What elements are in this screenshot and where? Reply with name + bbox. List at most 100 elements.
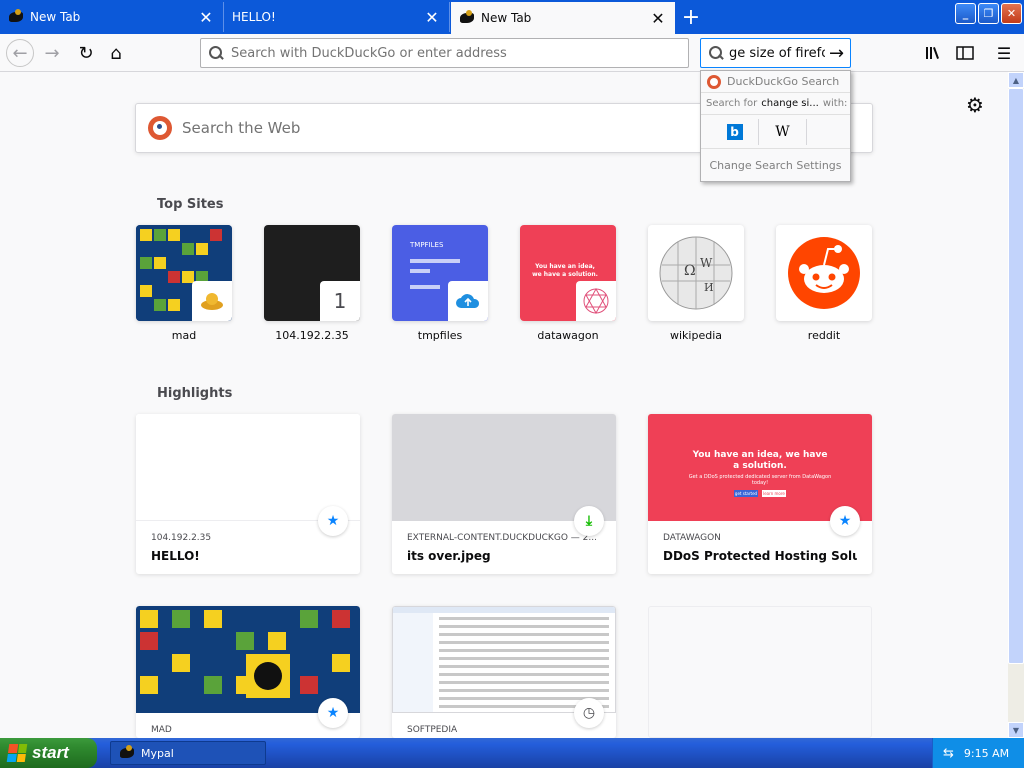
scroll-down-arrow-icon[interactable]: ▼ [1008, 722, 1024, 738]
upload-cloud-icon [448, 281, 488, 321]
highlight-card-mad[interactable]: ★ MAD [136, 606, 360, 738]
taskbar-item-label: Mypal [141, 746, 174, 760]
site-label: mad [171, 329, 197, 342]
minimize-button[interactable]: _ [955, 3, 976, 24]
top-site-mad[interactable]: mad [136, 225, 232, 342]
card-title: its over.jpeg [407, 549, 491, 563]
search-for-suffix: with: [822, 98, 848, 109]
gear-icon[interactable]: ⚙ [966, 93, 984, 117]
site-label: tmpfiles [417, 329, 463, 342]
card-source: SOFTPEDIA [407, 725, 458, 735]
wikipedia-engine-button[interactable]: W [759, 118, 807, 145]
windows-taskbar: start Mypal ⇆ 9:15 AM [0, 738, 1024, 768]
card-source: EXTERNAL-CONTENT.DUCKDUCKGO — 2... [407, 533, 597, 543]
library-icon[interactable] [921, 40, 947, 66]
card-preview [136, 606, 360, 713]
search-bar-text[interactable]: ge size of firefo [729, 46, 825, 61]
navigation-toolbar: ← → ↻ ⌂ ge size of firefo → [0, 34, 1024, 72]
highlight-card-hello[interactable]: ★ 104.192.2.35 HELLO! [136, 414, 360, 574]
mypal-bird-icon [459, 10, 475, 26]
taskbar-item-mypal[interactable]: Mypal [110, 741, 266, 765]
close-icon[interactable]: ✕ [197, 8, 215, 27]
close-icon[interactable]: ✕ [423, 8, 441, 27]
reload-icon[interactable]: ↻ [72, 39, 100, 67]
bing-engine-button[interactable]: b [711, 118, 759, 145]
tab-new-tab-active[interactable]: New Tab ✕ [451, 2, 675, 34]
card-preview: You have an idea, we have a solution. Ge… [648, 414, 872, 521]
site-thumbnail: You have an idea, we have a solution. [520, 225, 616, 321]
highlight-card-its-over[interactable]: ⤓ EXTERNAL-CONTENT.DUCKDUCKGO — 2... its… [392, 414, 616, 574]
highlight-card-empty [648, 606, 872, 738]
address-input[interactable] [231, 45, 688, 61]
card-source: DATAWAGON [663, 533, 721, 543]
clock: 9:15 AM [963, 746, 1010, 760]
windows-flag-icon [6, 744, 28, 762]
top-site-wikipedia[interactable]: Ω W И wikipedia [648, 225, 744, 342]
card-source: MAD [151, 725, 172, 735]
site-thumbnail [776, 225, 872, 321]
site-label: reddit [807, 329, 841, 342]
tab-label: New Tab [481, 11, 532, 25]
close-icon[interactable]: ✕ [649, 9, 667, 28]
close-window-button[interactable]: ✕ [1001, 3, 1022, 24]
hamburger-menu-icon[interactable]: ☰ [991, 40, 1017, 66]
home-icon[interactable]: ⌂ [102, 39, 130, 67]
download-icon: ⤓ [574, 506, 604, 536]
new-tab-plus-icon[interactable]: + [678, 4, 704, 30]
url-bar[interactable] [200, 38, 689, 68]
svg-text:W: W [700, 256, 713, 270]
back-arrow-icon[interactable]: ← [6, 39, 34, 67]
top-site-datawagon[interactable]: You have an idea, we have a solution. da… [520, 225, 616, 342]
highlights-heading[interactable]: Highlights [157, 386, 232, 401]
highlight-card-datawagon[interactable]: You have an idea, we have a solution. Ge… [648, 414, 872, 574]
forward-arrow-icon[interactable]: → [38, 39, 66, 67]
bing-icon: b [726, 123, 743, 140]
top-sites-heading[interactable]: Top Sites [157, 197, 224, 212]
site-label: wikipedia [669, 329, 722, 342]
site-icon-badge [192, 281, 232, 321]
sidebar-icon[interactable] [952, 40, 978, 66]
card-preview [392, 606, 616, 713]
card-title: DDoS Protected Hosting Solutio... [663, 549, 857, 563]
site-thumbnail: TMPFILES [392, 225, 488, 321]
search-for-row: Search for change si... with: [701, 93, 850, 115]
datawagon-logo-icon [576, 281, 616, 321]
start-button[interactable]: start [0, 738, 97, 768]
site-thumbnail: Ω W И [648, 225, 744, 321]
tab-hello[interactable]: HELLO! ✕ [224, 2, 450, 32]
search-icon [709, 46, 723, 60]
top-site-tmpfiles[interactable]: TMPFILES tmpfiles [392, 225, 488, 342]
system-tray: ⇆ 9:15 AM [932, 738, 1024, 768]
maximize-button[interactable]: ❐ [978, 3, 999, 24]
site-label: datawagon [537, 329, 599, 342]
mypal-bird-icon [119, 745, 135, 761]
network-icon[interactable]: ⇆ [943, 746, 954, 761]
tab-new-tab-1[interactable]: New Tab ✕ [0, 2, 224, 32]
wikipedia-globe-icon: Ω W И [659, 236, 733, 310]
star-icon: ★ [830, 506, 860, 536]
reddit-alien-icon [788, 237, 860, 309]
clock-icon: ◷ [574, 698, 604, 728]
scroll-up-arrow-icon[interactable]: ▲ [1008, 72, 1024, 88]
svg-text:И: И [704, 281, 714, 294]
vertical-scrollbar[interactable]: ▲ ▼ [1008, 72, 1024, 738]
duckduckgo-icon [707, 74, 721, 89]
one-off-engines: b W [701, 115, 850, 149]
tab-strip: New Tab ✕ HELLO! ✕ New Tab ✕ + _ ❐ ✕ [0, 0, 1024, 34]
wikipedia-icon: W [775, 123, 790, 140]
search-suggestion-popup: DuckDuckGo Search Search for change si..… [700, 70, 851, 182]
start-label: start [32, 743, 69, 762]
search-bar[interactable]: ge size of firefo → [700, 38, 851, 68]
top-site-reddit[interactable]: reddit [776, 225, 872, 342]
go-arrow-icon[interactable]: → [829, 43, 844, 64]
duckduckgo-icon [148, 116, 172, 140]
datawagon-preview-btn1: get started [734, 490, 758, 497]
highlight-card-softpedia[interactable]: ◷ SOFTPEDIA [392, 606, 616, 738]
scrollbar-thumb[interactable] [1008, 88, 1024, 664]
top-site-104-192-2-35[interactable]: 1 104.192.2.35 [264, 225, 360, 342]
site-thumbnail: 1 [264, 225, 360, 321]
card-preview [136, 414, 360, 521]
current-engine-row[interactable]: DuckDuckGo Search [701, 71, 850, 93]
change-search-settings-button[interactable]: Change Search Settings [701, 149, 850, 181]
engine-name: DuckDuckGo Search [727, 75, 840, 88]
